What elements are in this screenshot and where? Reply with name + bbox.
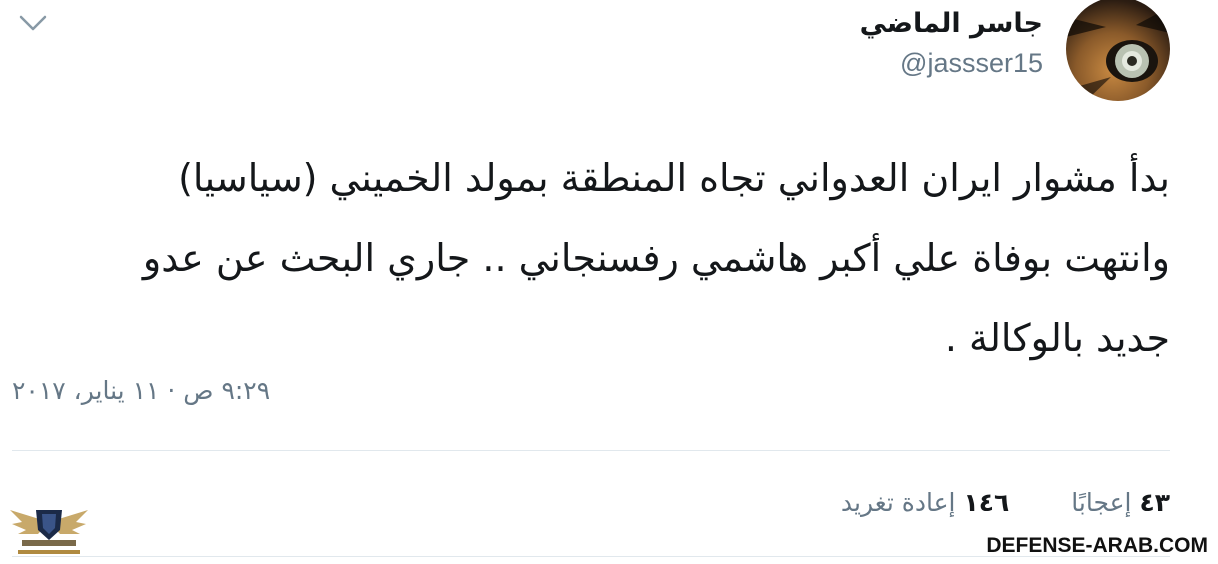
tweet-text-line: جديد بالوكالة . [944,316,1170,360]
eagle-logo-icon [10,510,88,554]
likes-label: إعجابًا [1071,488,1132,517]
retweets-label: إعادة تغريد [840,488,956,517]
retweets-stat[interactable]: ١٤٦ إعادة تغريد [841,488,1009,528]
tweet-stats: ١٤٦ إعادة تغريد ٤٣ إعجابًا [841,488,1170,528]
tweet-text: بدأ مشوار ايران العدواني تجاه المنطقة بم… [60,138,1170,378]
divider [12,450,1170,451]
avatar[interactable] [1066,0,1170,101]
tweet-text-line: بدأ مشوار ايران العدواني تجاه المنطقة بم… [178,156,1170,200]
watermark: DEFENSE-ARAB.COM [986,534,1208,557]
chevron-down-icon[interactable] [18,8,48,38]
likes-count: ٤٣ [1139,488,1170,517]
likes-stat[interactable]: ٤٣ إعجابًا [1071,488,1170,528]
display-name[interactable]: جاسر الماضي [860,8,1043,39]
tiger-eye-avatar-icon [1066,7,1170,101]
tweet-text-line: وانتهت بوفاة علي أكبر هاشمي رفسنجاني .. … [142,236,1170,280]
user-handle[interactable]: @jassser15 [900,48,1043,79]
tweet-timestamp[interactable]: ٩:٢٩ ص · ١١ يناير، ٢٠١٧ [12,376,270,405]
retweets-count: ١٤٦ [963,488,1010,517]
